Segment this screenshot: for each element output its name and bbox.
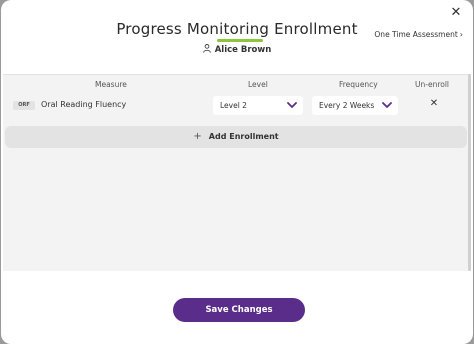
plus-icon: + — [193, 131, 202, 142]
level-value: Level 2 — [220, 101, 247, 110]
frequency-value: Every 2 Weeks — [319, 101, 375, 110]
chevron-down-icon — [382, 102, 392, 108]
close-icon[interactable]: ✕ — [449, 6, 463, 20]
measure-badge: ORF — [13, 101, 35, 110]
student-label: Alice Brown — [1, 44, 473, 55]
column-header-level: Level — [248, 80, 268, 89]
unenroll-close-icon[interactable]: ✕ — [429, 98, 439, 110]
add-enrollment-button[interactable]: + Add Enrollment — [5, 126, 467, 148]
scrollbar[interactable] — [468, 74, 471, 271]
one-time-assessment-link[interactable]: One Time Assessment › — [374, 30, 463, 39]
enrollment-panel: Measure Level Frequency Un-enroll ORF Or… — [3, 74, 471, 271]
column-header-unenroll: Un-enroll — [415, 80, 449, 89]
chevron-right-icon: › — [459, 30, 463, 39]
chevron-down-icon — [287, 102, 297, 108]
title-underline — [217, 39, 263, 42]
table-row: ORF Oral Reading Fluency Level 2 Every 2… — [7, 93, 467, 117]
one-time-assessment-label: One Time Assessment — [374, 30, 458, 39]
measure-name: Oral Reading Fluency — [41, 100, 127, 109]
person-icon — [202, 44, 211, 53]
enrollment-modal: ✕ Progress Monitoring Enrollment Alice B… — [1, 0, 473, 344]
save-changes-button[interactable]: Save Changes — [173, 298, 305, 322]
student-name: Alice Brown — [214, 45, 272, 55]
column-header-frequency: Frequency — [339, 80, 378, 89]
frequency-select[interactable]: Every 2 Weeks — [312, 96, 398, 115]
column-header-measure: Measure — [95, 80, 127, 89]
level-select[interactable]: Level 2 — [213, 96, 303, 115]
add-enrollment-label: Add Enrollment — [208, 132, 279, 141]
